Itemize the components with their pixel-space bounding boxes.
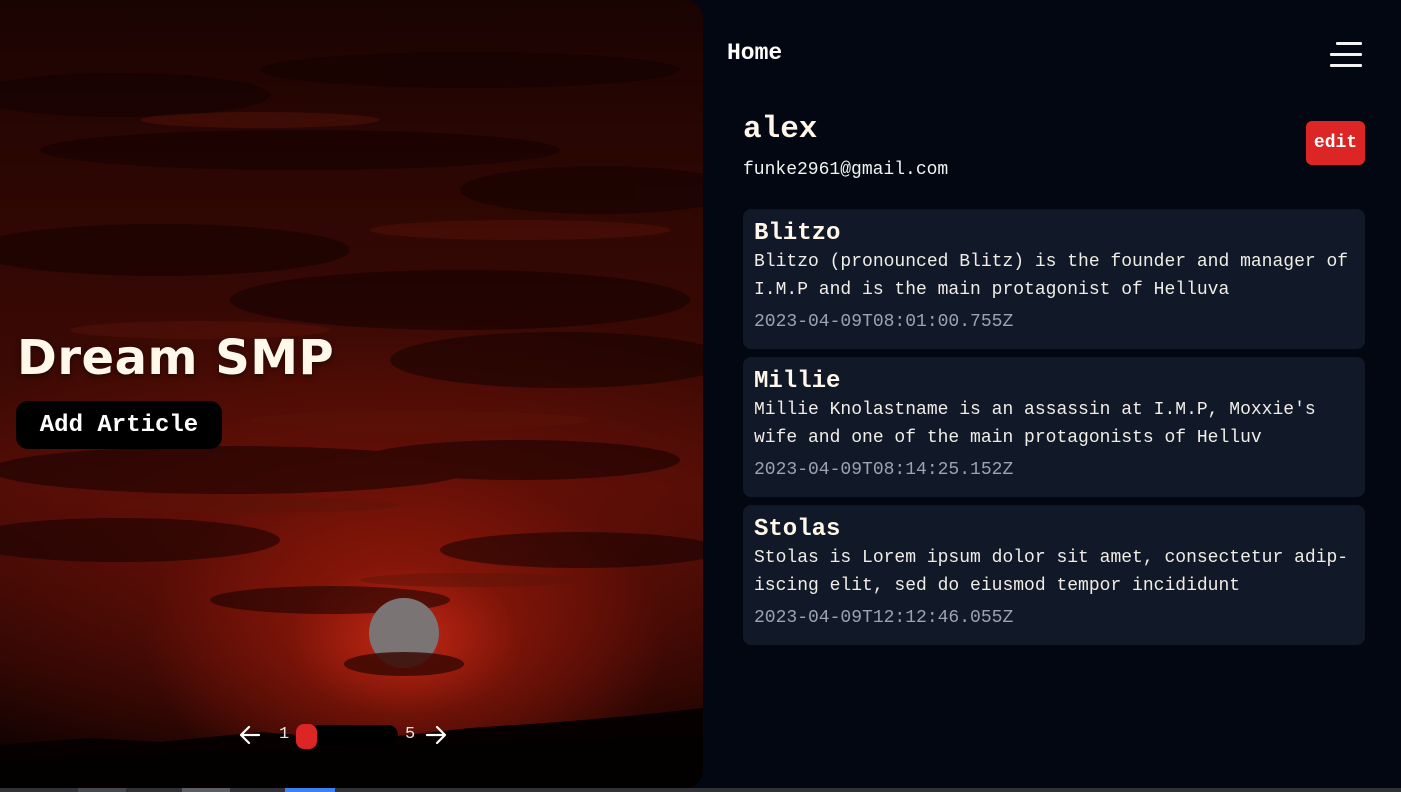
arrow-right-icon[interactable] [424,724,448,746]
page-slider-thumb[interactable] [296,724,317,749]
article-date: 2023-04-09T12:12:46.055Z [754,608,1014,628]
taskbar-strip [0,788,1401,792]
hero-banner: Dream SMP Add Article [0,0,703,788]
article-title: Stolas [754,516,841,543]
add-article-button[interactable]: Add Article [16,401,222,449]
article-card[interactable]: Stolas Stolas is Lorem ipsum dolor sit a… [743,505,1365,645]
article-body: Blitzo (pronounced Blitz) is the founder… [754,252,1349,300]
hamburger-menu-icon[interactable] [1330,40,1362,70]
article-body: Stolas is Lorem ipsum dolor sit amet, co… [754,548,1349,596]
page-title: Home [727,40,783,66]
article-date: 2023-04-09T08:14:25.152Z [754,460,1014,480]
article-body: Millie Knolastname is an assassin at I.M… [754,400,1316,448]
profile-name: alex [743,112,818,147]
arrow-left-icon[interactable] [238,724,262,746]
sunset-background-image [0,52,703,788]
page-slider: 1 5 [238,720,450,750]
article-card[interactable]: Blitzo Blitzo (pronounced Blitz) is the … [743,209,1365,349]
page-max-label: 5 [405,725,416,744]
article-date: 2023-04-09T08:01:00.755Z [754,312,1014,332]
article-title: Millie [754,368,841,395]
profile-email: funke2961@gmail.com [743,160,949,180]
hero-title: Dream SMP [17,330,335,386]
article-title: Blitzo [754,220,841,247]
page-slider-track[interactable] [296,724,398,749]
edit-profile-button[interactable]: edit [1306,121,1365,165]
article-card[interactable]: Millie Millie Knolastname is an assassin… [743,357,1365,497]
page-min-label: 1 [279,725,290,744]
